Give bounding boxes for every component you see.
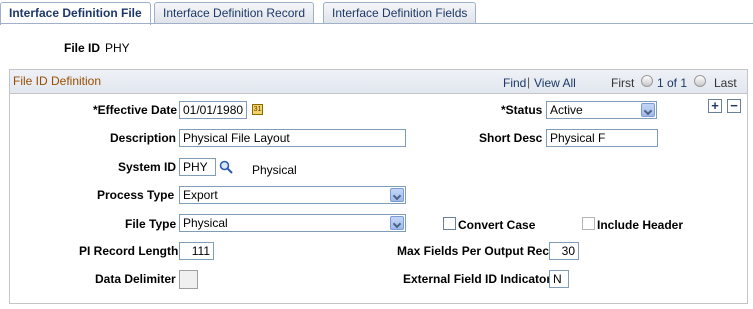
- max-fields-input[interactable]: 30: [549, 242, 579, 260]
- max-fields-label: Max Fields Per Output Rec: [397, 244, 550, 258]
- status-select[interactable]: Active: [546, 101, 657, 119]
- left-arrow-icon[interactable]: [641, 75, 653, 87]
- file-type-label: File Type: [125, 217, 177, 231]
- data-delimiter-label: Data Delimiter: [95, 272, 176, 286]
- find-link[interactable]: Find: [503, 76, 526, 90]
- section-header: File ID Definition Find | View All First…: [10, 70, 747, 94]
- right-arrow-icon[interactable]: [694, 75, 706, 87]
- system-id-description: Physical: [252, 163, 297, 177]
- status-label: *Status: [501, 103, 543, 117]
- system-id-input[interactable]: PHY: [179, 158, 216, 176]
- calendar-icon[interactable]: 31: [252, 104, 263, 115]
- effective-date-input[interactable]: 01/01/1980: [179, 101, 247, 119]
- file-id-value: PHY: [105, 41, 130, 55]
- convert-case-label: Convert Case: [458, 218, 536, 232]
- last-label: Last: [714, 76, 737, 90]
- tab-interface-definition-file[interactable]: Interface Definition File: [0, 2, 151, 25]
- include-header-checkbox[interactable]: [582, 217, 595, 230]
- data-delimiter-input: [179, 270, 198, 289]
- magnifier-icon[interactable]: [219, 160, 233, 174]
- tab-interface-definition-record[interactable]: Interface Definition Record: [154, 2, 315, 23]
- pi-record-length-input[interactable]: 111: [179, 242, 214, 260]
- description-input[interactable]: Physical File Layout: [179, 129, 406, 147]
- file-type-select[interactable]: Physical: [179, 214, 406, 232]
- file-id-label: File ID: [64, 41, 101, 55]
- add-row-button[interactable]: +: [708, 99, 722, 113]
- external-field-id-label: External Field ID Indicator: [403, 272, 552, 286]
- chevron-down-icon: [641, 103, 655, 117]
- chevron-down-icon: [390, 216, 404, 230]
- system-id-label: System ID: [118, 160, 177, 174]
- effective-date-label: *Effective Date: [93, 103, 178, 117]
- view-all-link[interactable]: View All: [534, 76, 576, 90]
- process-type-value: Export: [183, 188, 218, 202]
- status-value: Active: [550, 103, 583, 117]
- process-type-label: Process Type: [97, 188, 175, 202]
- tab-interface-definition-fields[interactable]: Interface Definition Fields: [323, 2, 477, 23]
- include-header-label: Include Header: [597, 218, 684, 232]
- pi-record-length-label: PI Record Length: [79, 244, 179, 258]
- row-range: 1 of 1: [657, 76, 688, 90]
- short-desc-input[interactable]: Physical F: [546, 129, 658, 147]
- delete-row-button[interactable]: −: [727, 99, 741, 113]
- first-label: First: [611, 76, 635, 90]
- short-desc-label: Short Desc: [479, 131, 543, 145]
- convert-case-checkbox[interactable]: [443, 217, 456, 230]
- file-type-value: Physical: [183, 216, 228, 230]
- chevron-down-icon: [390, 188, 404, 202]
- external-field-id-input[interactable]: N: [549, 270, 569, 288]
- description-label: Description: [110, 131, 177, 145]
- process-type-select[interactable]: Export: [179, 186, 406, 204]
- tab-divider: [0, 23, 753, 24]
- section-title: File ID Definition: [13, 74, 102, 88]
- nav-separator: |: [527, 75, 531, 89]
